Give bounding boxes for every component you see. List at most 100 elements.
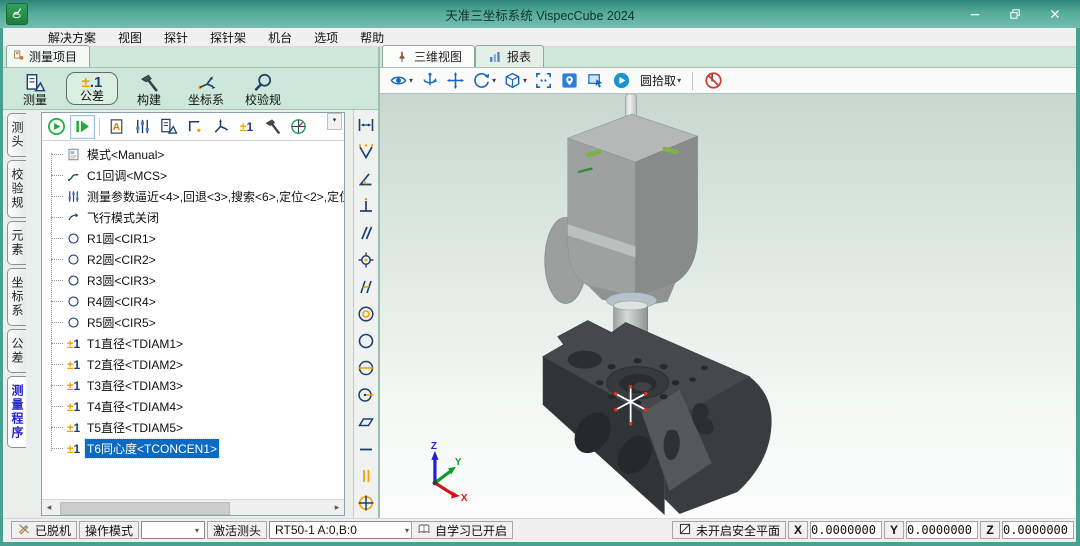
sidebar-tab-coordinate[interactable]: 坐标系 xyxy=(7,268,26,326)
menu-item-5[interactable]: 机台 xyxy=(257,27,303,48)
tree-row-5[interactable]: R1圆<CIR1> xyxy=(42,228,344,249)
scroll-left-arrow[interactable]: ◂ xyxy=(42,502,56,513)
coord-x-label: X xyxy=(788,521,808,539)
circle-icon xyxy=(66,252,81,267)
sidebar-tab-element[interactable]: 元素 xyxy=(7,221,26,265)
window-minimize-button[interactable] xyxy=(966,5,984,23)
tolerance-concentricity-button[interactable] xyxy=(356,304,376,324)
label-a-icon: A xyxy=(107,117,126,136)
tree-toolbar-measure-item-button[interactable] xyxy=(156,115,181,139)
tolerance-runout-button[interactable] xyxy=(356,385,376,405)
window-close-button[interactable] xyxy=(1046,5,1064,23)
tree-row-10[interactable]: ±1T1直径<TDIAM1> xyxy=(42,333,344,354)
view-toolbar-view-cube-button[interactable]: ▾ xyxy=(503,71,527,90)
coord-z-value: 0.0000000 xyxy=(1002,521,1074,539)
view-toolbar-zoom-fit-button[interactable] xyxy=(534,71,553,90)
tree-toolbar-run-button[interactable] xyxy=(44,115,69,139)
tolerance-angle-between-button[interactable] xyxy=(356,142,376,162)
tree-row-15[interactable]: ±1T6同心度<TCONCEN1> xyxy=(42,438,344,459)
viewport-3d[interactable]: Z Y X xyxy=(380,94,1076,518)
tolerance-parallelism-button[interactable] xyxy=(356,223,376,243)
view-toolbar-view-visibility-button[interactable]: ▾ xyxy=(389,71,413,90)
tolerance-straightness-button[interactable] xyxy=(356,439,376,459)
menu-item-2[interactable]: 视图 xyxy=(107,27,153,48)
tolerance-angularity-button[interactable] xyxy=(356,277,376,297)
tol-symcircle-icon xyxy=(356,358,376,378)
tab-measure-project[interactable]: 测量项目 xyxy=(6,45,90,67)
ribbon-coordinate-button[interactable]: 坐标系 xyxy=(180,69,232,109)
tree-row-1[interactable]: 模式<Manual> xyxy=(42,144,344,165)
tolerance-symmetry-button[interactable] xyxy=(356,466,376,486)
pm1-icon: ±1 xyxy=(67,422,80,434)
tree-row-6-label: R2圆<CIR2> xyxy=(85,250,158,269)
measure-icon xyxy=(24,72,46,94)
ribbon-tolerance-button[interactable]: ±.1公差 xyxy=(66,72,118,105)
tree-toolbar-move-axes-button[interactable] xyxy=(208,115,233,139)
app-logo-icon xyxy=(9,5,25,21)
view-toolbar-pan-button[interactable] xyxy=(446,71,465,90)
tolerance-distance-button[interactable] xyxy=(356,115,376,135)
view-toolbar-probe-disable-button[interactable] xyxy=(704,71,723,90)
tolerance-perpendicularity-button[interactable] xyxy=(356,196,376,216)
scrollbar-track[interactable] xyxy=(56,501,330,514)
sidebar-tab-probe[interactable]: 测头 xyxy=(7,113,26,157)
tab-view3d[interactable]: 三维视图 xyxy=(382,45,475,67)
sidebar-tab-tolerance[interactable]: 公差 xyxy=(7,329,26,373)
ribbon-toolbar: 测量±.1公差构建坐标系校验规 xyxy=(3,68,378,110)
app-logo-icon[interactable] xyxy=(6,3,28,25)
triad-z-label: Z xyxy=(431,441,437,452)
tree-row-7[interactable]: R3圆<CIR3> xyxy=(42,270,344,291)
tree-row-13[interactable]: ±1T4直径<TDIAM4> xyxy=(42,396,344,417)
tolerance-true-position-button[interactable] xyxy=(356,250,376,270)
circle-icon xyxy=(66,294,81,309)
tree-toolbar-step-run-button[interactable] xyxy=(70,115,95,139)
tree-toolbar-clearance-button[interactable] xyxy=(182,115,207,139)
tree-row-12[interactable]: ±1T3直径<TDIAM3> xyxy=(42,375,344,396)
sliders-icon xyxy=(66,189,81,204)
tab-report[interactable]: 报表 xyxy=(475,45,544,67)
window-restore-button[interactable] xyxy=(1006,5,1024,23)
menu-item-6[interactable]: 选项 xyxy=(303,27,349,48)
tree-toolbar-construct-item-button[interactable] xyxy=(260,115,285,139)
tree-row-14[interactable]: ±1T5直径<TDIAM5> xyxy=(42,417,344,438)
axes-icon xyxy=(211,117,230,136)
menu-item-3[interactable]: 探针 xyxy=(153,27,199,48)
scroll-right-arrow[interactable]: ▸ xyxy=(330,502,344,513)
tree-row-8[interactable]: R4圆<CIR4> xyxy=(42,291,344,312)
tolerance-position-button[interactable] xyxy=(356,493,376,513)
tree-row-6[interactable]: R2圆<CIR2> xyxy=(42,249,344,270)
tree-toolbar-tolerance-item-button[interactable]: ±1 xyxy=(234,115,259,139)
view-toolbar-orbit-button[interactable] xyxy=(420,71,439,90)
tree-row-9[interactable]: R5圆<CIR5> xyxy=(42,312,344,333)
tolerance-circularity-button[interactable] xyxy=(356,331,376,351)
view-toolbar-run-view-button[interactable] xyxy=(612,71,631,90)
tree-toolbar-auto-label-button[interactable]: A xyxy=(104,115,129,139)
tree-row-11-label: T2直径<TDIAM2> xyxy=(85,355,185,374)
ribbon-construct-button[interactable]: 构建 xyxy=(123,69,175,109)
tolerance-angle-button[interactable] xyxy=(356,169,376,189)
view-toolbar-circle-pick-button[interactable]: 圆拾取▾ xyxy=(638,72,681,89)
tolerance-flatness-button[interactable] xyxy=(356,412,376,432)
view-toolbar-locate-button[interactable] xyxy=(560,71,579,90)
sidebar-tab-gauge[interactable]: 校验规 xyxy=(7,160,26,218)
tree-row-11[interactable]: ±1T2直径<TDIAM2> xyxy=(42,354,344,375)
view-toolbar-rotate-button[interactable]: ▾ xyxy=(472,71,496,90)
view-toolbar-box-select-button[interactable] xyxy=(586,71,605,90)
tolerance-symmetry-plane-button[interactable] xyxy=(356,358,376,378)
coord-z-label: Z xyxy=(980,521,1000,539)
tree-horizontal-scrollbar[interactable]: ◂ ▸ xyxy=(42,499,344,515)
tree-row-3[interactable]: 测量参数逼近<4>,回退<3>,搜索<6>,定位<2>,定位加<2>,测 xyxy=(42,186,344,207)
ribbon-measure-button[interactable]: 测量 xyxy=(9,69,61,109)
toolbar-overflow-button[interactable]: ▾ xyxy=(327,113,342,130)
tree-row-2[interactable]: C1回调<MCS> xyxy=(42,165,344,186)
sidebar-tab-program[interactable]: 测量程序 xyxy=(7,376,26,448)
probe-select[interactable]: RT50-1 A:0,B:0 ▾ xyxy=(269,521,415,539)
tree-toolbar-parameters-button[interactable] xyxy=(130,115,155,139)
tree-toolbar-coordinate-item-button[interactable] xyxy=(286,115,311,139)
circle-icon xyxy=(66,294,81,309)
tree-row-4[interactable]: 飞行模式关闭 xyxy=(42,207,344,228)
menu-item-4[interactable]: 探针架 xyxy=(199,27,257,48)
scrollbar-thumb[interactable] xyxy=(60,502,230,515)
ribbon-gauge-button[interactable]: 校验规 xyxy=(237,69,289,109)
mode-select[interactable]: ▾ xyxy=(141,521,205,539)
